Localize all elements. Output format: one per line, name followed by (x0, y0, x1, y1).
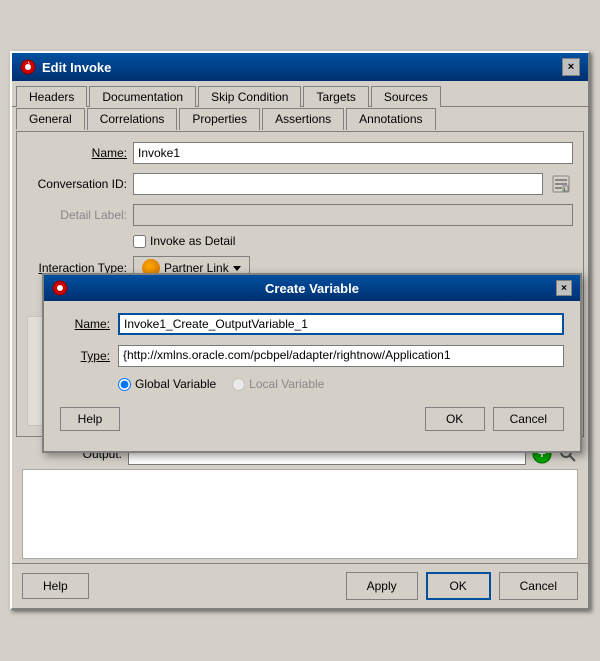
cv-name-label: Name: (60, 317, 110, 331)
cv-radio-local-input[interactable] (232, 378, 245, 391)
create-variable-dialog: Create Variable × Name: Type: {http://xm… (42, 273, 582, 453)
name-label: Name: (27, 146, 127, 160)
conversation-id-input[interactable] (133, 173, 543, 195)
conversation-id-label: Conversation ID: (27, 177, 127, 191)
tab-sources[interactable]: Sources (371, 86, 441, 107)
tab-headers[interactable]: Headers (16, 86, 87, 107)
cv-oracle-icon (52, 280, 68, 296)
cv-close-button[interactable]: × (556, 280, 572, 296)
tab-documentation[interactable]: Documentation (89, 86, 196, 107)
cv-radio-local[interactable]: Local Variable (232, 377, 324, 391)
cv-radio-row: Global Variable Local Variable (60, 377, 564, 391)
tab-correlations[interactable]: Correlations (87, 108, 178, 130)
cv-type-value: {http://xmlns.oracle.com/pcbpel/adapter/… (118, 345, 564, 367)
detail-label-label: Detail Label: (27, 208, 127, 222)
tabs-row-2: General Correlations Properties Assertio… (12, 106, 588, 129)
edit-invoke-dialog: Edit Invoke × Headers Documentation Skip… (10, 51, 590, 610)
conversation-id-row: Conversation ID: i (27, 172, 573, 196)
invoke-as-detail-checkbox[interactable] (133, 235, 146, 248)
cv-help-button[interactable]: Help (60, 407, 120, 431)
spreadsheet-icon-btn[interactable]: i (549, 172, 573, 196)
cv-content: Name: Type: {http://xmlns.oracle.com/pcb… (44, 301, 580, 451)
cv-right-buttons: OK Cancel (425, 407, 564, 431)
bottom-btn-group: Apply OK Cancel (346, 572, 578, 600)
cv-name-input[interactable] (118, 313, 564, 335)
cv-radio-global-input[interactable] (118, 378, 131, 391)
tab-general[interactable]: General (16, 108, 85, 130)
cv-radio-global[interactable]: Global Variable (118, 377, 216, 391)
ok-button[interactable]: OK (426, 572, 491, 600)
dialog-title: Edit Invoke (42, 60, 111, 75)
name-input[interactable] (133, 142, 573, 164)
cv-dialog-title: Create Variable (68, 281, 556, 296)
cv-name-row: Name: (60, 313, 564, 335)
cv-type-label: Type: (60, 349, 110, 363)
invoke-as-detail-row: Invoke as Detail (27, 234, 573, 248)
title-bar: Edit Invoke × (12, 53, 588, 81)
title-bar-left: Edit Invoke (20, 59, 111, 75)
output-list-area (22, 469, 578, 559)
bottom-buttons: Help Apply OK Cancel (12, 563, 588, 608)
tab-assertions[interactable]: Assertions (262, 108, 344, 130)
detail-label-input (133, 204, 573, 226)
apply-button[interactable]: Apply (346, 572, 418, 600)
tab-properties[interactable]: Properties (179, 108, 260, 130)
name-row: Name: (27, 142, 573, 164)
dropdown-arrow-icon (233, 266, 241, 271)
help-button[interactable]: Help (22, 573, 89, 599)
close-button[interactable]: × (562, 58, 580, 76)
cv-title-bar: Create Variable × (44, 275, 580, 301)
cv-radio-global-label: Global Variable (135, 377, 216, 391)
cv-ok-button[interactable]: OK (425, 407, 485, 431)
invoke-as-detail-label: Invoke as Detail (150, 234, 235, 248)
tab-annotations[interactable]: Annotations (346, 108, 435, 130)
output-section-real: Output: + (22, 443, 578, 559)
cv-buttons-row: Help OK Cancel (60, 403, 564, 439)
cancel-button[interactable]: Cancel (499, 572, 578, 600)
oracle-icon (20, 59, 36, 75)
cv-radio-local-label: Local Variable (249, 377, 324, 391)
cv-type-row: Type: {http://xmlns.oracle.com/pcbpel/ad… (60, 345, 564, 367)
spreadsheet-icon: i (551, 174, 571, 194)
tab-targets[interactable]: Targets (303, 86, 368, 107)
cv-cancel-button[interactable]: Cancel (493, 407, 564, 431)
tabs-row-1: Headers Documentation Skip Condition Tar… (12, 81, 588, 106)
tab-skip-condition[interactable]: Skip Condition (198, 86, 301, 107)
detail-label-row: Detail Label: (27, 204, 573, 226)
